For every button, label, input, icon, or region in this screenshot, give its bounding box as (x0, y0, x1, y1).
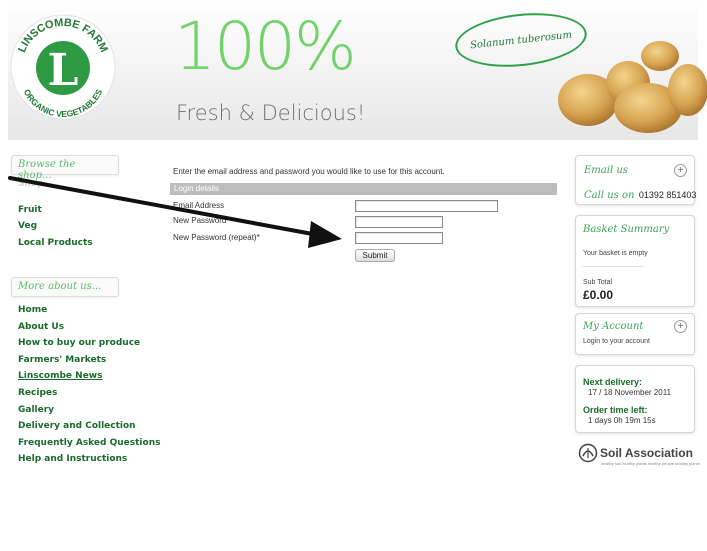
basket-divider (583, 266, 643, 267)
email-field[interactable] (355, 200, 498, 212)
svg-text:L: L (48, 45, 79, 96)
site-header: LINSCOMBE FARM ORGANIC VEGETABLES L 100%… (8, 0, 707, 140)
headline-100-percent: 100% (174, 8, 357, 85)
my-account-panel: My Account + Login to your account (575, 313, 695, 355)
next-delivery-label: Next delivery: (583, 377, 643, 387)
expand-account-icon[interactable]: + (674, 320, 687, 333)
more-about-us-heading: More about us... (11, 277, 119, 297)
linscombe-farm-logo[interactable]: LINSCOMBE FARM ORGANIC VEGETABLES L (8, 12, 118, 122)
potatoes-image (558, 41, 707, 133)
next-delivery-value: 17 / 18 November 2011 (588, 388, 672, 397)
soil-association-icon (578, 443, 598, 463)
submit-button[interactable]: Submit (355, 249, 395, 262)
delivery-panel: Next delivery: 17 / 18 November 2011 Ord… (575, 365, 695, 433)
basket-summary-panel: Basket Summary Your basket is empty Sub … (575, 215, 695, 307)
about-nav: Home About Us How to buy our produce Far… (18, 302, 160, 468)
new-password-field[interactable] (355, 216, 443, 228)
nav-delivery-collection[interactable]: Delivery and Collection (18, 418, 160, 435)
phone-number: 01392 851403 (638, 190, 697, 200)
soil-association-logo[interactable]: Soil Association healthy soil healthy pl… (578, 443, 700, 473)
nav-farmers-markets[interactable]: Farmers' Markets (18, 352, 160, 369)
nav-linscombe-news[interactable]: Linscombe News (18, 368, 160, 385)
annotation-arrow (8, 176, 342, 248)
subtotal-label: Sub Total (583, 279, 613, 286)
contact-panel: Email us + Call us on 01392 851403 (575, 155, 697, 205)
nav-gallery[interactable]: Gallery (18, 402, 160, 419)
nav-recipes[interactable]: Recipes (18, 385, 160, 402)
subtotal-value: £0.00 (583, 288, 614, 302)
nav-faq[interactable]: Frequently Asked Questions (18, 435, 160, 452)
nav-help[interactable]: Help and Instructions (18, 451, 160, 468)
my-account-title[interactable]: My Account (583, 321, 643, 332)
order-time-left-label: Order time left: (583, 405, 648, 415)
order-time-left-value: 1 days 0h 19m 15s (588, 416, 656, 425)
tagline: Fresh & Delicious! (176, 101, 366, 125)
basket-status: Your basket is empty (583, 250, 648, 257)
nav-how-to-buy[interactable]: How to buy our produce (18, 335, 160, 352)
basket-summary-title: Basket Summary (583, 224, 670, 235)
call-us-label: Call us on (584, 190, 635, 201)
nav-about-us[interactable]: About Us (18, 319, 160, 336)
new-password-repeat-field[interactable] (355, 232, 443, 244)
login-link[interactable]: Login to your account (583, 338, 650, 345)
email-us-link[interactable]: Email us (584, 165, 628, 176)
nav-home[interactable]: Home (18, 302, 160, 319)
expand-email-icon[interactable]: + (674, 164, 687, 177)
